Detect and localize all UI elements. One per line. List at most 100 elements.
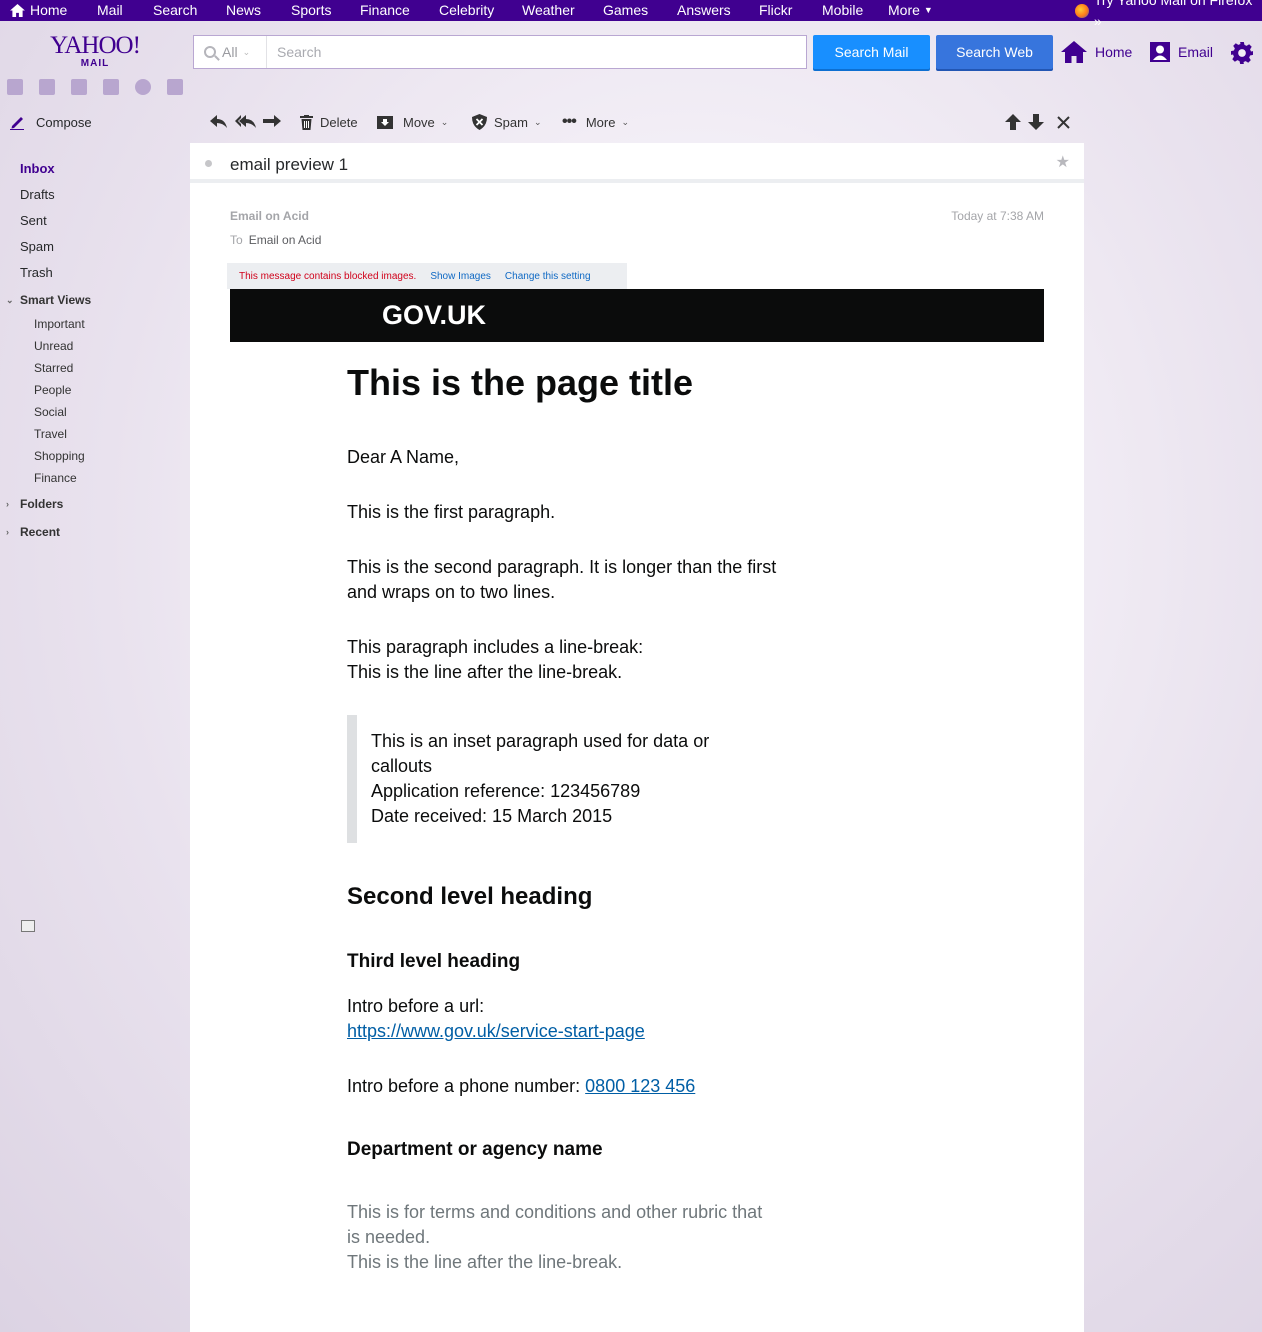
smart-views-label: Smart Views xyxy=(20,293,92,307)
search-scope-dropdown[interactable]: All ⌄ xyxy=(194,36,267,68)
inset-text: This is an inset paragraph used for data… xyxy=(371,731,710,776)
firefox-promo-link[interactable]: Try Yahoo Mail on Firefox » xyxy=(1075,0,1262,29)
firefox-icon xyxy=(1075,3,1089,18)
app-switcher xyxy=(7,79,199,95)
move-label: Move xyxy=(403,114,435,130)
recent-toggle[interactable]: › Recent xyxy=(6,525,60,539)
search-mail-button[interactable]: Search Mail xyxy=(813,35,930,69)
spam-label: Spam xyxy=(494,114,528,130)
close-message-button[interactable] xyxy=(1057,104,1070,140)
notepad-icon[interactable] xyxy=(103,79,119,95)
topnav-sports[interactable]: Sports xyxy=(291,0,331,21)
compose-button[interactable]: Compose xyxy=(10,114,92,130)
smart-view-important[interactable]: Important xyxy=(34,317,85,331)
message-sender[interactable]: Email on Acid xyxy=(230,209,309,223)
smart-view-social[interactable]: Social xyxy=(34,405,67,419)
smart-view-travel[interactable]: Travel xyxy=(34,427,67,441)
smart-view-starred[interactable]: Starred xyxy=(34,361,73,375)
message-toolbar: Delete Move ⌄ Spam ⌄ ••• More ⌄ xyxy=(190,104,1084,140)
service-start-link[interactable]: https://www.gov.uk/service-start-page xyxy=(347,1019,645,1044)
topnav-mail[interactable]: Mail xyxy=(97,0,123,21)
smart-view-people[interactable]: People xyxy=(34,383,71,397)
topnav-news[interactable]: News xyxy=(226,0,261,21)
gov-uk-logo: GOV.UK xyxy=(382,300,487,330)
topnav-finance[interactable]: Finance xyxy=(360,0,410,21)
newsfeed-icon[interactable] xyxy=(167,79,183,95)
chevron-down-icon: ▼ xyxy=(923,5,933,15)
sidebar-item-inbox[interactable]: Inbox xyxy=(20,161,55,176)
rubric-text: This is for terms and conditions and oth… xyxy=(347,1202,763,1247)
search-web-button[interactable]: Search Web xyxy=(936,35,1053,69)
sidebar-item-sent[interactable]: Sent xyxy=(20,213,47,228)
unread-dot-icon[interactable] xyxy=(205,160,212,167)
inset-callout: This is an inset paragraph used for data… xyxy=(347,715,767,843)
topnav-home[interactable]: Home xyxy=(10,0,67,21)
email-paragraph-3-line-2: This is the line after the line-break. xyxy=(347,662,623,682)
second-level-heading: Second level heading xyxy=(347,883,593,910)
topnav-search[interactable]: Search xyxy=(153,0,197,21)
search-input[interactable] xyxy=(267,36,806,68)
topnav-answers[interactable]: Answers xyxy=(677,0,731,21)
recent-label: Recent xyxy=(20,525,61,539)
email-page-title: This is the page title xyxy=(347,362,694,403)
application-reference: Application reference: 123456789 xyxy=(371,781,641,801)
ellipsis-icon: ••• xyxy=(562,113,577,130)
sidebar-item-trash[interactable]: Trash xyxy=(20,265,53,280)
smart-view-unread[interactable]: Unread xyxy=(34,339,73,353)
mail-icon[interactable] xyxy=(7,79,23,95)
contacts-icon[interactable] xyxy=(39,79,55,95)
more-actions-button[interactable]: ••• More ⌄ xyxy=(562,104,629,140)
top-nav-bar: Home Mail Search News Sports Finance Cel… xyxy=(0,0,1262,29)
gear-icon[interactable] xyxy=(1231,42,1253,64)
previous-message-button[interactable] xyxy=(1005,104,1021,140)
delete-label: Delete xyxy=(320,114,358,130)
move-button[interactable]: Move ⌄ xyxy=(377,104,448,140)
chevron-right-icon: › xyxy=(6,499,9,509)
header-home-label: Home xyxy=(1095,44,1133,60)
logo-subtitle: MAIL xyxy=(80,58,110,69)
calendar-icon[interactable] xyxy=(71,79,87,95)
chevron-down-icon: ⌄ xyxy=(242,46,251,57)
delete-button[interactable]: Delete xyxy=(300,104,358,140)
header-email-link[interactable]: Email xyxy=(1150,40,1213,64)
folder-move-icon xyxy=(377,116,393,129)
change-setting-link[interactable]: Change this setting xyxy=(505,271,591,282)
sidebar-item-drafts[interactable]: Drafts xyxy=(20,187,55,202)
topnav-flickr[interactable]: Flickr xyxy=(759,0,792,21)
topnav-games[interactable]: Games xyxy=(603,0,648,21)
topnav-mobile[interactable]: Mobile xyxy=(822,0,863,21)
folders-toggle[interactable]: › Folders xyxy=(6,497,63,511)
folders-label: Folders xyxy=(20,497,64,511)
topnav-more[interactable]: More ▼ xyxy=(888,0,933,21)
sidebar-item-spam[interactable]: Spam xyxy=(20,239,54,254)
header-email-label: Email xyxy=(1178,44,1214,60)
topnav-celebrity[interactable]: Celebrity xyxy=(439,0,494,21)
recipient-name[interactable]: Email on Acid xyxy=(249,233,322,247)
date-received: Date received: 15 March 2015 xyxy=(371,806,613,826)
gov-uk-banner: GOV.UK xyxy=(230,289,1044,342)
image-icon[interactable] xyxy=(21,920,35,932)
next-message-button[interactable] xyxy=(1028,104,1044,140)
chevron-right-icon: › xyxy=(6,527,9,537)
chevron-down-icon: ⌄ xyxy=(533,116,542,127)
message-subject: email preview 1 xyxy=(230,155,349,174)
email-paragraph-3: This paragraph includes a line-break: xyxy=(347,637,644,657)
header-home-link[interactable]: Home xyxy=(1061,40,1132,64)
show-images-link[interactable]: Show Images xyxy=(430,271,491,282)
topnav-weather[interactable]: Weather xyxy=(522,0,575,21)
compose-label: Compose xyxy=(36,114,92,130)
close-icon xyxy=(1057,115,1070,129)
reply-button[interactable] xyxy=(210,104,228,140)
subject-bar: email preview 1 ★ xyxy=(190,143,1084,183)
spam-button[interactable]: Spam ⌄ xyxy=(472,104,542,140)
messenger-icon[interactable] xyxy=(135,79,151,95)
forward-button[interactable] xyxy=(263,104,281,140)
smart-view-finance[interactable]: Finance xyxy=(34,471,77,485)
yahoo-mail-logo[interactable]: YAHOO! MAIL xyxy=(48,33,142,69)
smart-view-shopping[interactable]: Shopping xyxy=(34,449,85,463)
reply-all-button[interactable] xyxy=(235,104,257,140)
firefox-promo-label: Try Yahoo Mail on Firefox » xyxy=(1093,0,1252,29)
smart-views-toggle[interactable]: ⌄ Smart Views xyxy=(6,293,91,307)
star-icon[interactable]: ★ xyxy=(1056,152,1070,172)
phone-link[interactable]: 0800 123 456 xyxy=(585,1076,695,1096)
